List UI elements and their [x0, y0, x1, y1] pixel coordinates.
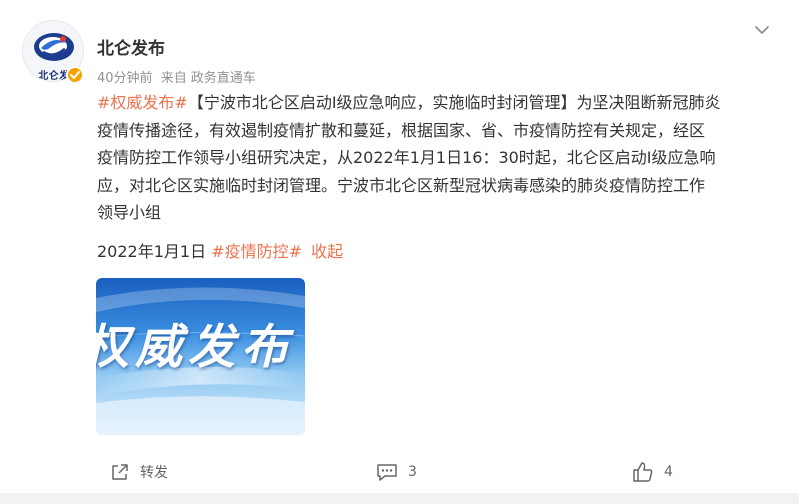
weibo-post-card: 北仑发 北仑发布 40分钟前 来自 政务直通车 #权威发布#【宁波市北仑区启动I级…: [0, 0, 799, 504]
repost-label: 转发: [140, 465, 168, 481]
topic-link[interactable]: #疫情防控#: [211, 242, 302, 261]
chevron-down-icon: [755, 26, 769, 34]
divider: [0, 493, 799, 504]
more-menu-button[interactable]: [752, 20, 772, 40]
collapse-link[interactable]: 收起: [311, 242, 343, 261]
post-time[interactable]: 40分钟前: [97, 71, 153, 86]
content-line: 应，对北仑区实施临时封闭管理。宁波市北仑区新型冠状病毒感染的肺炎疫情防控工作: [97, 175, 706, 195]
repost-button[interactable]: 转发: [110, 460, 168, 484]
post-content: #权威发布#【宁波市北仑区启动I级应急响应，实施临时封闭管理】为坚决阻断新冠肺炎…: [97, 89, 777, 227]
content-text: 【宁波市北仑区启动I级应急响应，实施临时封闭管理】为坚决阻断新冠肺炎: [187, 93, 721, 112]
source-prefix: 来自: [160, 71, 187, 86]
like-button[interactable]: 4: [632, 460, 673, 484]
content-line: 疫情传播途径，有效遏制疫情扩散和蔓延，根据国家、省、市疫情防控有关规定，经区: [97, 120, 706, 140]
post-meta: 40分钟前 来自 政务直通车: [97, 67, 260, 86]
comment-count: 3: [408, 464, 417, 480]
comment-button[interactable]: 3: [376, 460, 417, 484]
content-line: 疫情防控工作领导小组研究决定，从2022年1月1日16：30时起，北仑区启动I级…: [97, 148, 716, 167]
content-line: 领导小组: [97, 203, 162, 222]
share-icon: [112, 464, 128, 480]
author-name[interactable]: 北仑发布: [97, 34, 165, 59]
action-bar: 转发 3 4: [0, 452, 799, 492]
post-source[interactable]: 政务直通车: [191, 71, 256, 86]
content-line: #权威发布#【宁波市北仑区启动I级应急响应，实施临时封闭管理】为坚决阻断新冠肺炎: [97, 89, 777, 117]
content-footer-line: 2022年1月1日 #疫情防控# 收起: [97, 240, 343, 264]
like-count: 4: [664, 464, 673, 480]
comment-icon: [377, 464, 397, 481]
post-image[interactable]: 权威发布: [96, 278, 305, 435]
topic-link[interactable]: #权威发布#: [97, 93, 188, 112]
thumbs-up-icon: [633, 462, 653, 482]
post-date-text: 2022年1月1日: [97, 242, 207, 261]
image-caption: 权威发布: [96, 320, 294, 375]
verified-badge-icon: [66, 66, 84, 84]
